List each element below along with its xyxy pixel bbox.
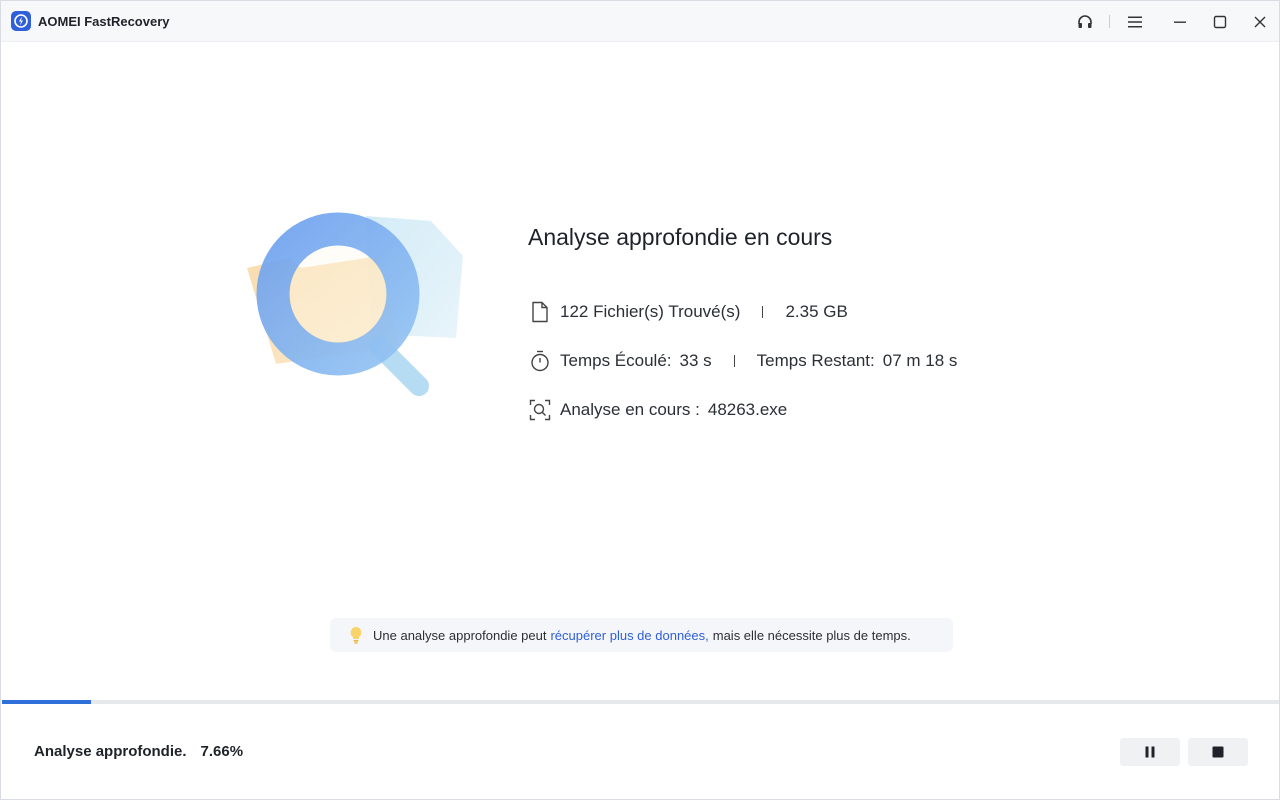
- time-row: Temps Écoulé: 33 s Temps Restant: 07 m 1…: [528, 349, 957, 373]
- titlebar-separator: [1109, 15, 1110, 28]
- app-title: AOMEI FastRecovery: [38, 14, 170, 29]
- tip-suffix: mais elle nécessite plus de temps.: [712, 627, 911, 643]
- files-found-size: 2.35 GB: [785, 302, 848, 321]
- files-found-row: 122 Fichier(s) Trouvé(s) 2.35 GB: [528, 300, 848, 324]
- scan-frame-icon: [528, 398, 552, 422]
- scan-title: Analyse approfondie en cours: [528, 224, 833, 250]
- tip-link[interactable]: récupérer plus de données,: [550, 628, 708, 643]
- app-logo-icon: [11, 11, 31, 31]
- menu-icon: [1128, 16, 1142, 28]
- close-button[interactable]: [1247, 9, 1273, 35]
- app-window: AOMEI FastRecovery Analyse approfondie e…: [0, 0, 1280, 800]
- close-icon: [1254, 16, 1266, 28]
- maximize-button[interactable]: [1207, 9, 1233, 35]
- scan-illustration: [241, 206, 471, 406]
- current-scan-label: Analyse en cours :: [560, 400, 700, 419]
- current-scan-file: 48263.exe: [707, 400, 788, 419]
- remaining-label: Temps Restant:: [756, 351, 875, 370]
- info-separator: [762, 306, 764, 318]
- stop-icon: [1212, 746, 1224, 758]
- title-bar: AOMEI FastRecovery: [1, 1, 1279, 42]
- progress-status: Analyse approfondie. 7.66%: [34, 743, 243, 760]
- scan-progress-fill: [2, 700, 91, 704]
- maximize-icon: [1213, 15, 1227, 29]
- timer-icon: [528, 349, 552, 373]
- files-found-count: 122 Fichier(s) Trouvé(s): [560, 302, 741, 321]
- remaining-value: 07 m 18 s: [882, 351, 958, 370]
- pause-icon: [1145, 746, 1155, 758]
- minimize-icon: [1174, 21, 1186, 23]
- elapsed-value: 33 s: [679, 351, 712, 370]
- support-button[interactable]: [1072, 9, 1098, 35]
- headset-icon: [1078, 15, 1092, 28]
- progress-percent: 7.66%: [200, 743, 244, 760]
- current-file-row: Analyse en cours : 48263.exe: [528, 398, 787, 422]
- tip-prefix: Une analyse approfondie peut: [373, 627, 547, 643]
- info-separator: [733, 355, 735, 367]
- stop-button[interactable]: [1188, 738, 1248, 766]
- tip-banner: Une analyse approfondie peut récupérer p…: [330, 618, 953, 652]
- pause-button[interactable]: [1120, 738, 1180, 766]
- minimize-button[interactable]: [1167, 9, 1193, 35]
- file-icon: [528, 300, 552, 324]
- scan-progress-bar: [2, 700, 1279, 704]
- lightbulb-icon: [350, 627, 362, 644]
- menu-button[interactable]: [1122, 9, 1148, 35]
- progress-label: Analyse approfondie.: [34, 743, 187, 760]
- elapsed-label: Temps Écoulé:: [560, 351, 672, 370]
